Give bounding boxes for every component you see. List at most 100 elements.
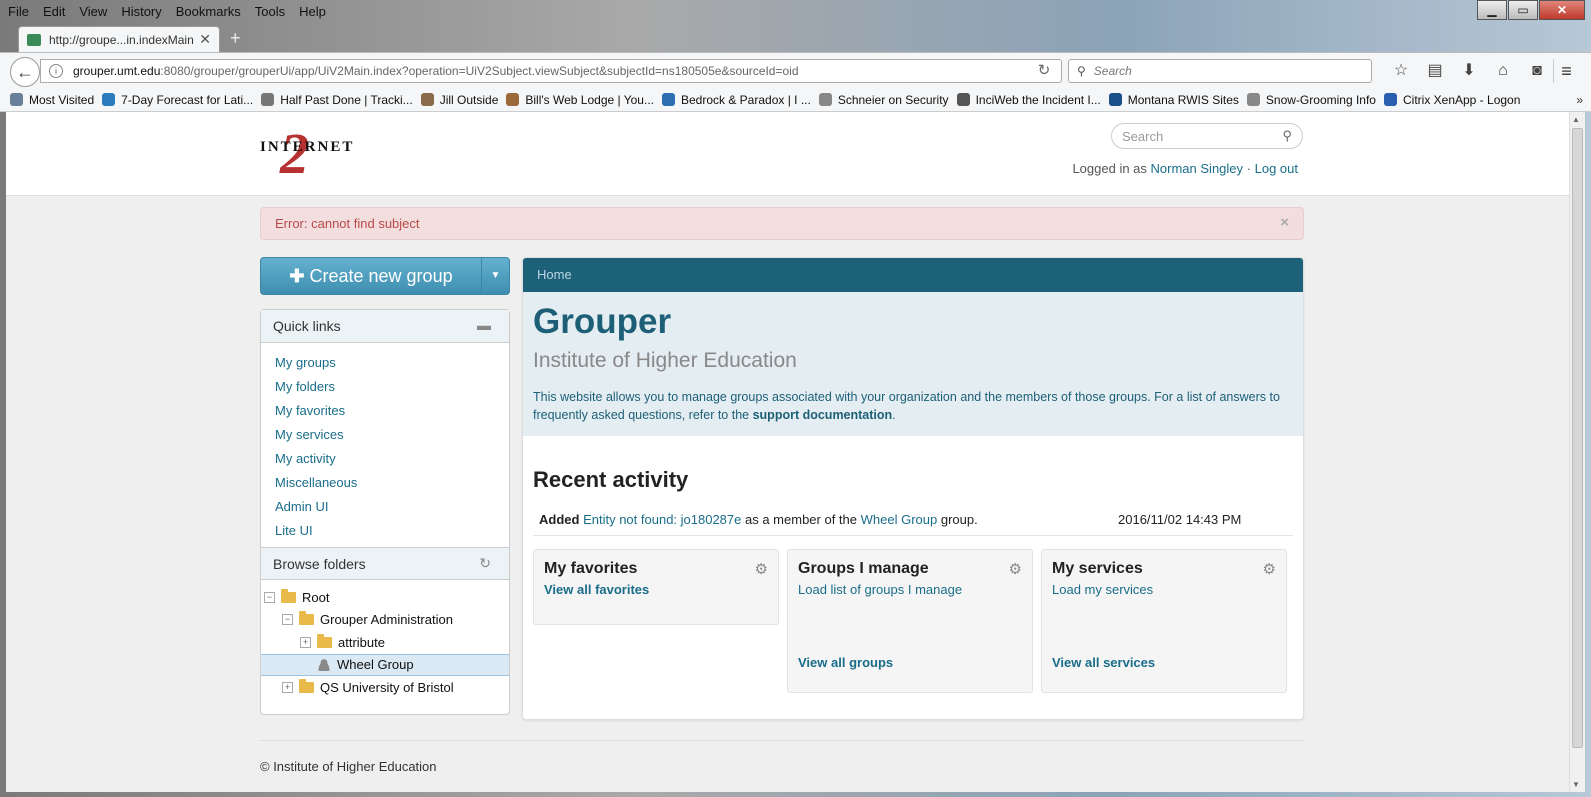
bookmark-item[interactable]: InciWeb the Incident I... <box>956 93 1101 107</box>
group-icon <box>317 658 331 671</box>
scrollbar-thumb[interactable] <box>1572 128 1583 748</box>
scroll-up-icon[interactable]: ▲ <box>1572 115 1580 124</box>
bookmark-star-icon[interactable]: ☆ <box>1384 59 1418 83</box>
caret-down-icon[interactable]: ▼ <box>481 258 509 294</box>
hamburger-menu-icon[interactable]: ≡ <box>1553 59 1579 83</box>
menu-tools[interactable]: Tools <box>253 4 287 19</box>
tree-node-label[interactable]: attribute <box>338 635 385 650</box>
menu-bookmarks[interactable]: Bookmarks <box>174 4 243 19</box>
browser-tab[interactable]: http://groupe...in.indexMain ✕ <box>18 26 220 52</box>
search-icon[interactable]: ⚲ <box>1282 128 1292 144</box>
bookmark-item[interactable]: Jill Outside <box>420 93 498 107</box>
bookmark-label: Snow-Grooming Info <box>1265 92 1376 107</box>
tree-toggle-icon[interactable]: + <box>282 681 293 693</box>
activity-entity-link[interactable]: Entity not found: jo180287e <box>583 512 741 527</box>
menu-view[interactable]: View <box>77 4 109 19</box>
load-groups-link[interactable]: Load list of groups I manage <box>798 582 1022 597</box>
internet2-logo[interactable]: 2 INTERNET <box>260 121 352 186</box>
footer-copyright: © Institute of Higher Education <box>260 759 437 774</box>
gear-icon[interactable]: ⚙ <box>1009 560 1022 578</box>
tile-my-favorites: My favorites ⚙ View all favorites <box>533 549 779 625</box>
downloads-icon[interactable]: ⬇ <box>1452 59 1486 83</box>
bookmarks-overflow-icon[interactable]: » <box>1576 93 1583 107</box>
scroll-down-icon[interactable]: ▼ <box>1572 780 1580 789</box>
quick-link-admin-ui[interactable]: Admin UI <box>275 497 495 521</box>
tree-node-attribute[interactable]: + attribute <box>261 631 509 654</box>
create-group-label: Create new group <box>309 266 453 286</box>
quick-link-my-favorites[interactable]: My favorites <box>275 401 495 425</box>
tree-node-label[interactable]: Grouper Administration <box>320 612 453 627</box>
url-bar[interactable]: i grouper.umt.edu:8080/grouper/grouperUi… <box>40 59 1062 83</box>
collapse-icon[interactable]: ▬ <box>477 317 491 333</box>
bookmark-item[interactable]: Bedrock & Paradox | I ... <box>661 93 811 107</box>
logged-in-label: Logged in as <box>1072 161 1147 176</box>
logout-link[interactable]: Log out <box>1255 161 1298 176</box>
bookmark-item[interactable]: Bill's Web Lodge | You... <box>506 93 654 107</box>
quick-link-my-folders[interactable]: My folders <box>275 377 495 401</box>
bookmark-favicon-icon <box>1108 93 1122 106</box>
alert-close-icon[interactable]: × <box>1280 214 1289 231</box>
view-all-groups-link[interactable]: View all groups <box>798 655 893 670</box>
tree-toggle-icon[interactable]: − <box>282 614 293 626</box>
browse-folders-header: Browse folders ↻ <box>261 547 509 580</box>
menu-help[interactable]: Help <box>297 4 328 19</box>
menu-history[interactable]: History <box>119 4 163 19</box>
tree-node-qs-university-of-bristol[interactable]: + QS University of Bristol <box>261 676 509 699</box>
minimize-button[interactable]: ▁ <box>1477 0 1507 20</box>
quick-link-lite-ui[interactable]: Lite UI <box>275 521 495 545</box>
tree-node-wheel-group[interactable]: Wheel Group <box>261 653 509 676</box>
bookmark-item[interactable]: Schneier on Security <box>818 93 949 107</box>
home-icon[interactable]: ⌂ <box>1486 59 1520 83</box>
refresh-icon[interactable]: ↻ <box>479 555 491 572</box>
create-group-main[interactable]: ✚ Create new group <box>261 258 481 294</box>
intro-period: . <box>892 408 896 422</box>
activity-date: 2016/11/02 14:43 PM <box>1118 512 1242 527</box>
user-name-link[interactable]: Norman Singley <box>1151 161 1244 176</box>
close-window-button[interactable]: ✕ <box>1539 0 1585 20</box>
gear-icon[interactable]: ⚙ <box>755 560 768 578</box>
new-tab-button[interactable]: + <box>230 28 241 49</box>
recent-activity-title: Recent activity <box>533 467 689 492</box>
tree-node-label[interactable]: Wheel Group <box>337 657 414 672</box>
reload-icon[interactable]: ↻ <box>1032 61 1056 81</box>
browser-search-input[interactable]: ⚲ Search <box>1068 59 1372 83</box>
support-documentation-link[interactable]: support documentation <box>753 408 893 422</box>
tree-toggle-icon[interactable]: − <box>264 591 275 603</box>
tree-node-grouper-administration[interactable]: − Grouper Administration <box>261 609 509 632</box>
pocket-icon[interactable]: ◙ <box>1520 59 1554 83</box>
create-new-group-button[interactable]: ✚ Create new group ▼ <box>260 257 510 295</box>
close-tab-icon[interactable]: ✕ <box>199 31 211 48</box>
quick-link-my-services[interactable]: My services <box>275 425 495 449</box>
bookmark-item[interactable]: 7-Day Forecast for Lati... <box>102 93 253 107</box>
bookmark-favicon-icon <box>10 93 23 106</box>
view-all-favorites-link[interactable]: View all favorites <box>544 582 768 597</box>
activity-group-link[interactable]: Wheel Group <box>861 512 938 527</box>
site-search-input[interactable]: Search ⚲ <box>1111 123 1303 149</box>
login-status: Logged in as Norman Singley · Log out <box>1072 161 1298 176</box>
activity-row: Added Entity not found: jo180287e as a m… <box>533 506 1293 536</box>
bookmark-item[interactable]: Snow-Grooming Info <box>1246 92 1376 107</box>
bookmark-item[interactable]: Citrix XenApp - Logon <box>1383 93 1520 107</box>
main-content-card: Home Grouper Institute of Higher Educati… <box>522 257 1304 720</box>
maximize-button[interactable]: ▭ <box>1508 0 1538 20</box>
quick-link-my-groups[interactable]: My groups <box>275 353 495 377</box>
reading-list-icon[interactable]: ▤ <box>1418 59 1452 83</box>
site-info-icon[interactable]: i <box>49 64 63 78</box>
load-services-link[interactable]: Load my services <box>1052 582 1276 597</box>
bookmark-item[interactable]: Most Visited <box>10 93 94 107</box>
bookmark-item[interactable]: Montana RWIS Sites <box>1108 93 1239 107</box>
tree-toggle-icon[interactable]: + <box>300 636 311 648</box>
breadcrumb-home[interactable]: Home <box>537 267 572 282</box>
page-scrollbar[interactable]: ▲ ▼ <box>1569 112 1585 792</box>
back-button[interactable]: ← <box>10 57 40 87</box>
gear-icon[interactable]: ⚙ <box>1263 560 1276 578</box>
view-all-services-link[interactable]: View all services <box>1052 655 1155 670</box>
tree-node-label[interactable]: Root <box>302 590 329 605</box>
menu-file[interactable]: File <box>6 4 31 19</box>
bookmark-item[interactable]: Half Past Done | Tracki... <box>261 93 413 107</box>
tree-node-label[interactable]: QS University of Bristol <box>320 680 454 695</box>
tree-node-root[interactable]: − Root <box>261 586 509 609</box>
menu-edit[interactable]: Edit <box>41 4 67 19</box>
quick-link-my-activity[interactable]: My activity <box>275 449 495 473</box>
quick-link-miscellaneous[interactable]: Miscellaneous <box>275 473 495 497</box>
